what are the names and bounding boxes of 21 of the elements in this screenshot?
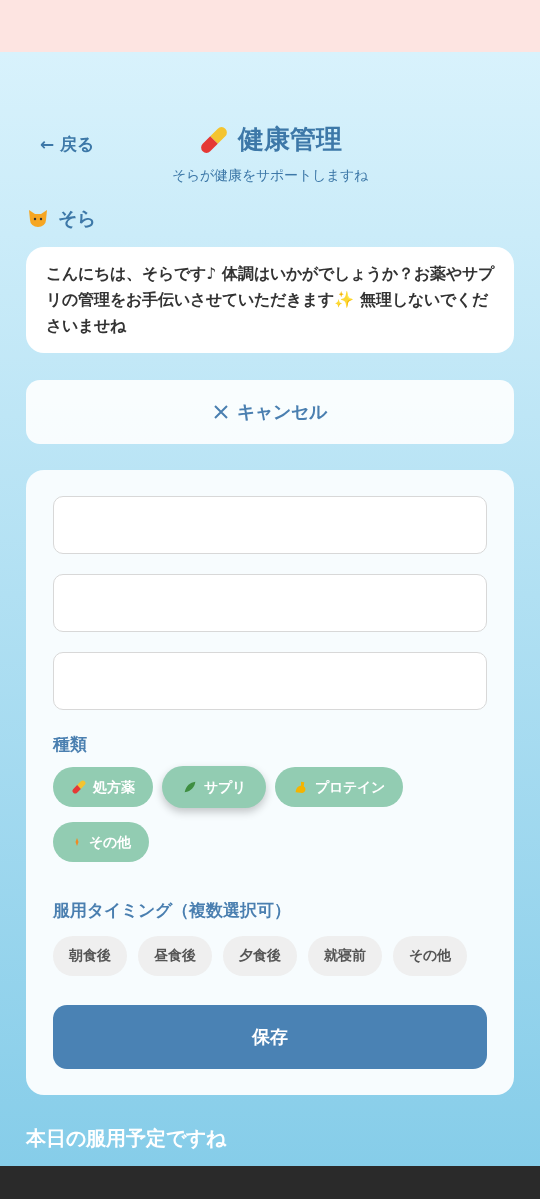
cancel-button[interactable]: キャンセル [26, 379, 514, 444]
leaf-icon [182, 779, 198, 795]
input-field[interactable] [53, 651, 487, 710]
input-field[interactable] [53, 573, 487, 632]
assistant-message: こんにちは、そらです♪ 体調はいかがでしょうか？お薬やサプリの管理をお手伝いさせていただきます✨ 無理しないでくださいませね [26, 246, 514, 353]
assistant-name: そら [58, 206, 96, 231]
page-title: 健康管理 [238, 123, 342, 156]
close-icon [213, 403, 229, 420]
pill-icon [71, 779, 87, 795]
timing-chip[interactable]: 昼食後 [138, 935, 212, 976]
save-button[interactable]: 保存 [53, 1004, 487, 1069]
timing-chip[interactable]: 夕食後 [223, 935, 297, 976]
timing-chip[interactable]: その他 [393, 935, 467, 976]
input-field[interactable] [53, 495, 487, 554]
section-heading: 本日の服用予定ですね [26, 1124, 228, 1152]
page-subtitle: そらが健康をサポートしますね [171, 166, 369, 185]
timing-chip[interactable]: 朝食後 [53, 935, 127, 976]
timing-chip[interactable]: 就寝前 [308, 935, 382, 976]
back-link[interactable]: ← 戻る [40, 132, 95, 158]
type-label: 種類 [53, 732, 88, 756]
timing-label: 服用タイミング（複数選択可） [53, 899, 292, 922]
